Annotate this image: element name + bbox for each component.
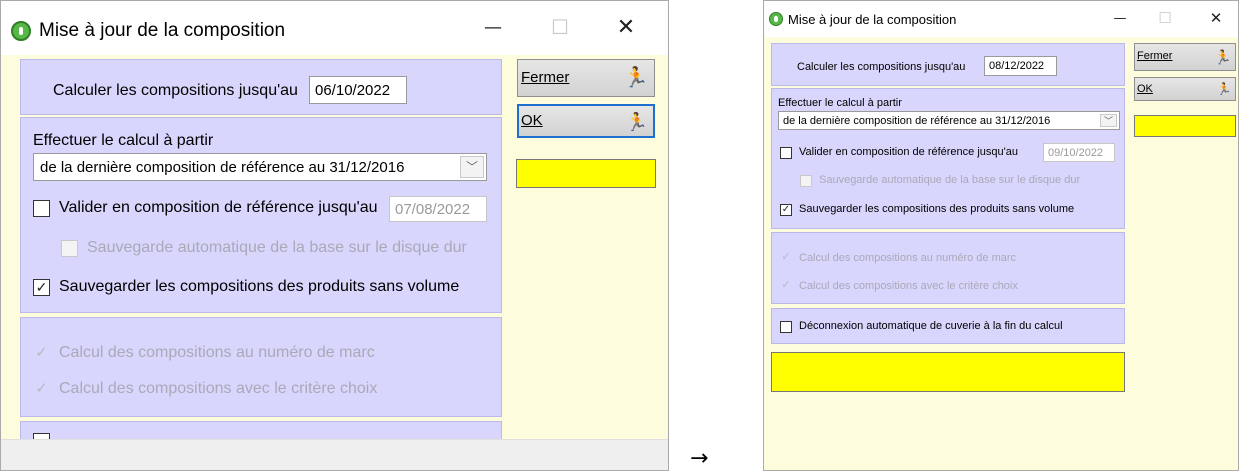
deconnexion-checkbox[interactable] (780, 321, 792, 333)
valider-date-field[interactable]: 09/10/2022 (1043, 143, 1115, 162)
running-man-icon: 🏃 (625, 112, 649, 132)
sauvegarder-checkbox[interactable]: ✓ (33, 279, 50, 296)
sauvegarder-label: Sauvegarder les compositions des produit… (799, 203, 1075, 215)
ok-label: OK (521, 112, 543, 129)
calc-date-field[interactable]: 06/10/2022 (309, 76, 407, 104)
maximize-button[interactable]: ☐ (1152, 9, 1178, 27)
choix-checkbox[interactable]: ✓ (780, 279, 792, 291)
source-combo[interactable]: de la dernière composition de référence … (33, 153, 487, 181)
fermer-label: Fermer (1137, 50, 1173, 62)
sauvegarder-label: Sauvegarder les compositions des produit… (59, 278, 460, 295)
title-bar: Mise à jour de la composition — ☐ ✕ (764, 1, 1238, 37)
fermer-button[interactable]: Fermer 🏃 (1134, 43, 1236, 71)
maximize-button[interactable]: ☐ (540, 15, 580, 39)
deconnexion-label: Déconnexion automatique de cuverie à la … (799, 320, 1063, 332)
fermer-button[interactable]: Fermer 🏃 (517, 59, 655, 97)
valider-checkbox[interactable] (780, 147, 792, 159)
choix-label: Calcul des compositions avec le critère … (799, 280, 1018, 292)
status-bar (1, 439, 668, 470)
deconnexion-panel: Déconnexion automatique de cuverie à la … (771, 308, 1125, 344)
choix-checkbox[interactable]: ✓ (33, 380, 50, 397)
sauvegarde-auto-label: Sauvegarde automatique de la base sur le… (87, 239, 467, 256)
calc-options-panel: Effectuer le calcul à partir de la derni… (20, 117, 502, 313)
fermer-label: Fermer (521, 69, 570, 86)
marc-checkbox[interactable]: ✓ (780, 251, 792, 263)
sauvegarder-checkbox[interactable]: ✓ (780, 204, 792, 216)
calc-date-panel: Calculer les compositions jusqu'au 06/10… (20, 59, 502, 115)
marc-label: Calcul des compositions au numéro de mar… (799, 252, 1017, 264)
effect-label: Effectuer le calcul à partir (33, 132, 214, 149)
arrow-icon: → (690, 446, 709, 471)
window-title: Mise à jour de la composition (788, 12, 957, 27)
status-indicator (516, 159, 656, 188)
sauvegarde-auto-checkbox[interactable] (61, 240, 78, 257)
chevron-down-icon[interactable]: ﹀ (460, 156, 484, 178)
source-combo-value: de la dernière composition de référence … (783, 115, 1051, 127)
calc-extra-panel: ✓ Calcul des compositions au numéro de m… (20, 317, 502, 417)
valider-checkbox[interactable] (33, 200, 50, 217)
app-icon (11, 21, 31, 41)
calc-extra-panel: ✓ Calcul des compositions au numéro de m… (771, 232, 1125, 304)
minimize-button[interactable]: — (1107, 11, 1133, 26)
title-bar: Mise à jour de la composition — ☐ ✕ (1, 1, 668, 55)
client-area: Calculer les compositions jusqu'au 08/12… (764, 37, 1238, 470)
chevron-down-icon[interactable]: ﹀ (1100, 114, 1117, 127)
calc-label: Calculer les compositions jusqu'au (53, 82, 298, 99)
marc-label: Calcul des compositions au numéro de mar… (59, 344, 375, 361)
source-combo[interactable]: de la dernière composition de référence … (778, 111, 1120, 130)
window-title: Mise à jour de la composition (39, 20, 286, 41)
calc-options-panel: Effectuer le calcul à partir de la derni… (771, 88, 1125, 229)
sauvegarde-auto-label: Sauvegarde automatique de la base sur le… (819, 174, 1081, 186)
exit-door-icon: 🏃 (623, 67, 649, 89)
client-area: Calculer les compositions jusqu'au 06/10… (1, 55, 668, 451)
source-combo-value: de la dernière composition de référence … (40, 159, 405, 176)
valider-label: Valider en composition de référence jusq… (799, 146, 1018, 158)
close-button[interactable]: ✕ (606, 15, 646, 40)
exit-door-icon: 🏃 (1214, 49, 1232, 65)
ok-button[interactable]: OK 🏃 (517, 104, 655, 138)
running-man-icon: 🏃 (1216, 82, 1232, 96)
sauvegarde-auto-checkbox[interactable] (800, 175, 812, 187)
dialog-window-large: Mise à jour de la composition — ☐ ✕ Calc… (0, 0, 669, 471)
calc-date-field[interactable]: 08/12/2022 (984, 56, 1057, 76)
minimize-button[interactable]: — (473, 17, 513, 38)
status-banner (771, 352, 1125, 392)
dialog-window-full: Mise à jour de la composition — ☐ ✕ Calc… (763, 0, 1239, 471)
close-button[interactable]: ✕ (1203, 9, 1229, 27)
calc-label: Calculer les compositions jusqu'au (797, 61, 966, 73)
calc-date-panel: Calculer les compositions jusqu'au 08/12… (771, 43, 1125, 86)
valider-label: Valider en composition de référence jusq… (59, 199, 378, 216)
status-indicator (1134, 115, 1236, 137)
valider-date-field[interactable]: 07/08/2022 (389, 196, 487, 222)
ok-label: OK (1137, 83, 1153, 95)
effect-label: Effectuer le calcul à partir (778, 97, 902, 109)
app-icon (769, 12, 783, 26)
marc-checkbox[interactable]: ✓ (33, 344, 50, 361)
choix-label: Calcul des compositions avec le critère … (59, 380, 378, 397)
ok-button[interactable]: OK 🏃 (1134, 77, 1236, 101)
